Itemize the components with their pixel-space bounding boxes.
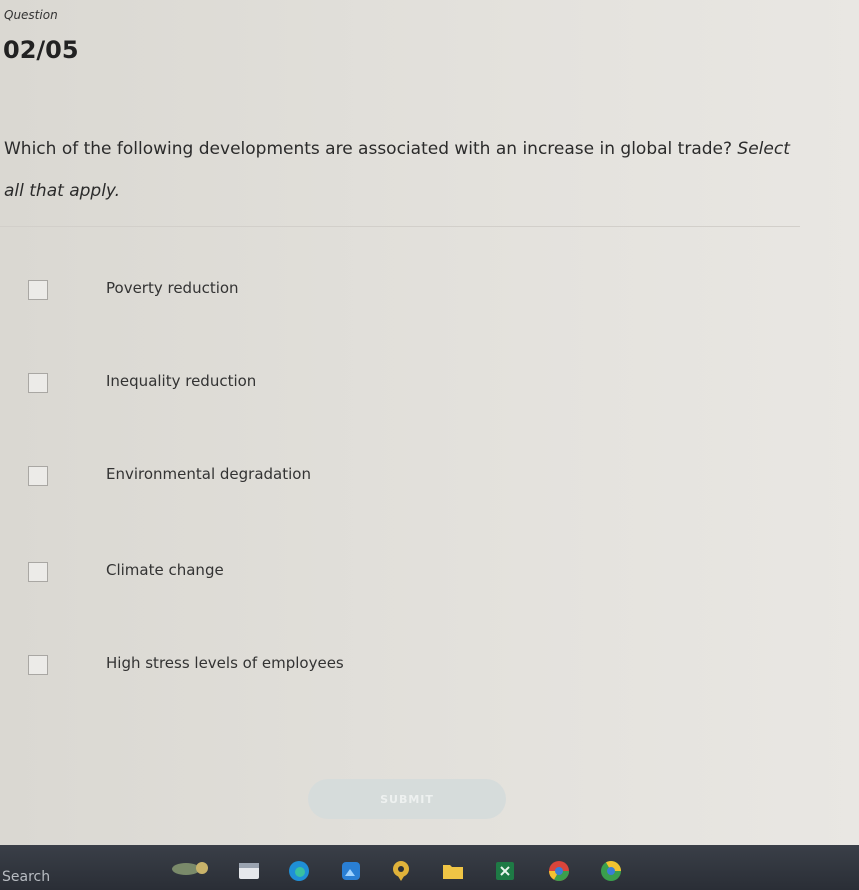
file-explorer-icon[interactable] (236, 859, 262, 883)
excel-icon[interactable] (492, 859, 518, 883)
option-inequality-reduction[interactable]: Inequality reduction (28, 372, 528, 396)
checkbox[interactable] (28, 655, 48, 675)
submit-button[interactable]: SUBMIT (308, 779, 506, 819)
question-text: Which of the following developments are … (4, 128, 814, 212)
question-prompt: Which of the following developments are … (4, 139, 733, 159)
option-label: Environmental degradation (106, 465, 311, 483)
option-label: Inequality reduction (106, 372, 257, 390)
divider (0, 226, 800, 227)
option-label: High stress levels of employees (106, 654, 344, 672)
chrome-icon[interactable] (546, 859, 572, 883)
folder-icon[interactable] (440, 859, 466, 883)
taskbar-search[interactable]: Search (2, 869, 50, 885)
checkbox[interactable] (28, 373, 48, 393)
option-high-stress-levels[interactable]: High stress levels of employees (28, 654, 528, 678)
edge-browser-icon[interactable] (286, 859, 312, 883)
question-label: Question (4, 8, 58, 22)
photos-icon[interactable] (338, 859, 364, 883)
weather-icon[interactable] (168, 859, 216, 883)
quiz-page: Question 02/05 Which of the following de… (0, 0, 859, 845)
question-counter: 02/05 (3, 36, 79, 64)
option-label: Climate change (106, 561, 224, 579)
checkbox[interactable] (28, 280, 48, 300)
chrome-canary-icon[interactable] (598, 859, 624, 883)
checkbox[interactable] (28, 466, 48, 486)
checkbox[interactable] (28, 562, 48, 582)
option-environmental-degradation[interactable]: Environmental degradation (28, 465, 528, 489)
option-climate-change[interactable]: Climate change (28, 561, 528, 585)
option-poverty-reduction[interactable]: Poverty reduction (28, 279, 528, 303)
option-label: Poverty reduction (106, 279, 239, 297)
maps-icon[interactable] (388, 859, 414, 883)
taskbar: Search (0, 845, 859, 890)
